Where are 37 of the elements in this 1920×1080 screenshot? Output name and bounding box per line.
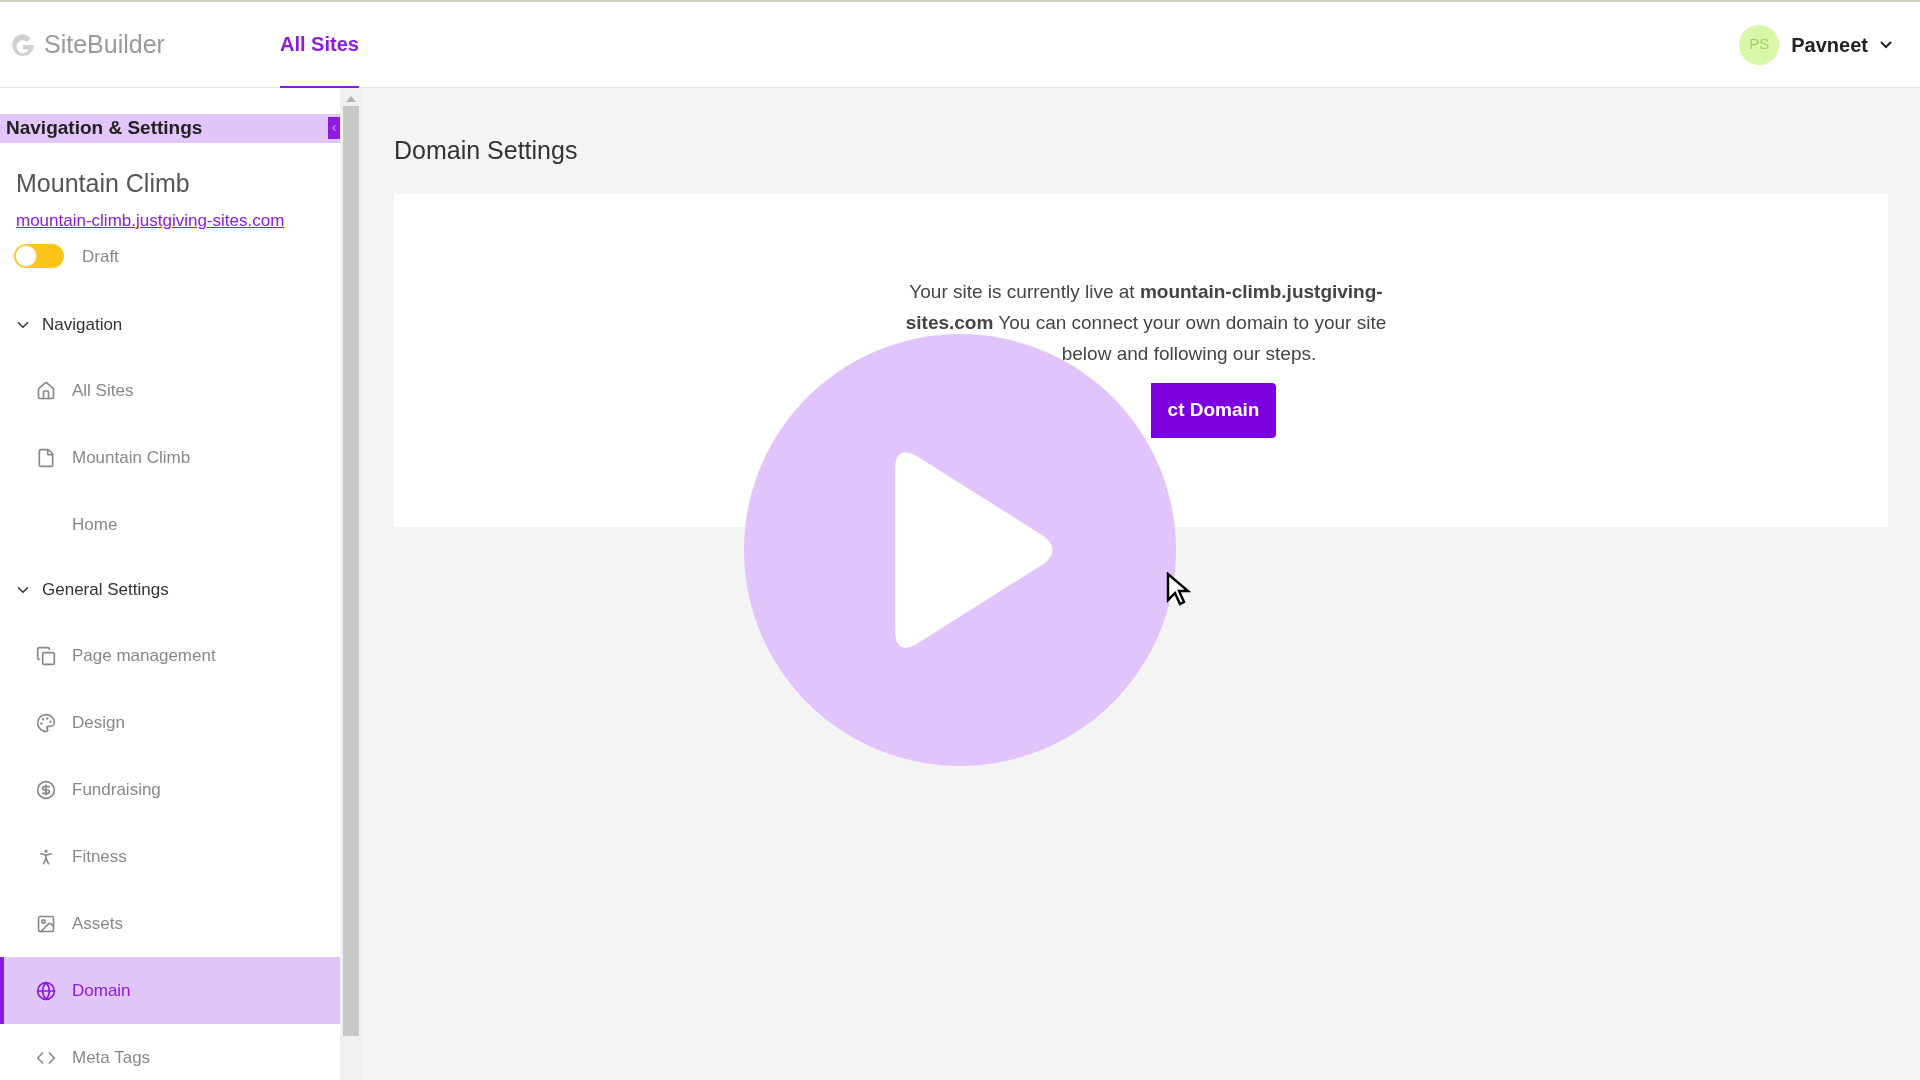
document-icon (36, 447, 56, 468)
collapse-button[interactable] (328, 117, 340, 140)
sidebar-item[interactable]: Home (0, 491, 340, 558)
user-avatar: PS (1739, 24, 1780, 65)
collapse-icon (329, 123, 339, 134)
status-toggle[interactable] (14, 244, 64, 269)
site-url-link[interactable]: mountain-climb.justgiving-sites.com (0, 208, 285, 234)
sidebar-item[interactable]: Assets (0, 890, 340, 957)
sidebar-item[interactable]: Meta Tags (0, 1024, 340, 1080)
message-text: Your site is currently live at mountain-climb.justgiving- (909, 279, 1383, 304)
connect-domain-button[interactable]: ct Domain (1151, 382, 1276, 438)
palette-icon (36, 712, 56, 733)
image-icon (36, 913, 56, 934)
status-label: Draft (82, 245, 119, 268)
site-name: Mountain Climb (15, 167, 191, 199)
coin-icon (36, 779, 56, 800)
app-logo: SiteBuilder (44, 28, 165, 60)
logo-icon (10, 31, 36, 58)
page-title: Domain Settings (394, 135, 578, 166)
home-icon (36, 380, 56, 401)
sidebar-title: Navigation & Settings (6, 116, 203, 140)
sidebar-item[interactable]: Domain (0, 957, 340, 1024)
section-header[interactable]: Navigation (0, 293, 340, 357)
scrollbar[interactable] (340, 88, 362, 1080)
sidebar-item[interactable]: All Sites (0, 357, 340, 424)
sidebar-item[interactable]: Fitness (0, 823, 340, 890)
globe-icon (36, 980, 56, 1001)
sidebar-item[interactable]: Fundraising (0, 756, 340, 823)
sidebar-item[interactable]: Page management (0, 622, 340, 689)
message-text: below and following our steps. (1061, 341, 1318, 366)
section-header[interactable]: General Settings (0, 558, 340, 622)
sidebar-item[interactable]: Design (0, 689, 340, 756)
user-menu[interactable]: Pavneet (1791, 29, 1892, 60)
chevron-icon (1880, 40, 1892, 49)
message-text: sites.com You can connect your own domain to your site (905, 310, 1387, 335)
pages-icon (36, 645, 56, 666)
sidebar-item[interactable]: Mountain Climb (0, 424, 340, 491)
